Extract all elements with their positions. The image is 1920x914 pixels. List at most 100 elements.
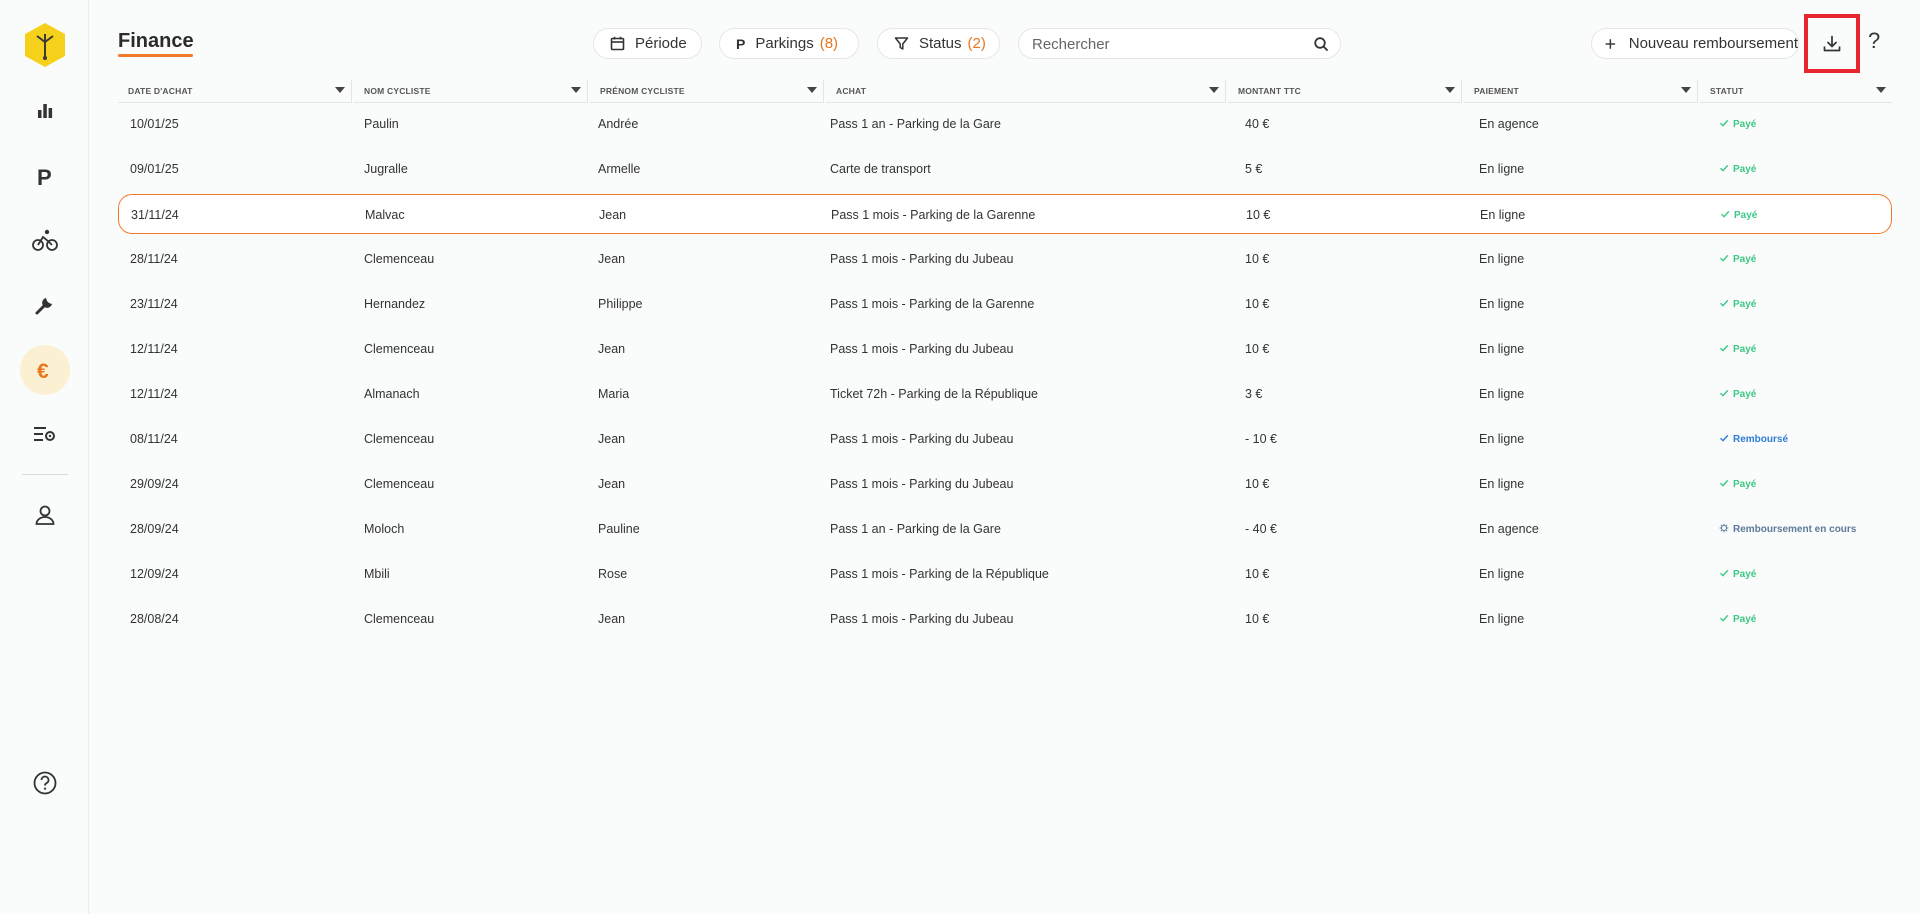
status-label: Payé — [1733, 253, 1757, 265]
cell-date: 23/11/24 — [130, 297, 178, 311]
wrench-icon — [35, 298, 52, 315]
check-icon — [1719, 163, 1729, 176]
caret-down-icon — [1681, 87, 1691, 93]
search-icon[interactable] — [1313, 36, 1329, 57]
table-row[interactable]: 29/09/24 Clemenceau Jean Pass 1 mois - Park… — [118, 464, 1892, 504]
filter-periode-label: Période — [635, 35, 687, 52]
caret-down-icon — [571, 87, 581, 93]
cell-date: 08/11/24 — [130, 432, 178, 446]
table-row[interactable]: 08/11/24 Clemenceau Jean Pass 1 mois - Park… — [118, 419, 1892, 459]
cell-prenom: Jean — [598, 477, 626, 491]
filter-parkings-count: (8) — [819, 35, 839, 52]
new-refund-button[interactable]: Nouveau remboursement — [1591, 28, 1799, 59]
nav-settings[interactable] — [20, 409, 70, 459]
column-header-date[interactable]: DATE D'ACHAT — [118, 80, 352, 103]
table-row[interactable]: 12/11/24 Clemenceau Jean Pass 1 mois - Park… — [118, 329, 1892, 369]
help-icon[interactable]: ? — [1868, 28, 1880, 54]
caret-down-icon — [1445, 87, 1455, 93]
cell-prenom: Jean — [598, 252, 626, 266]
app: P € Finance Période P Parkings (8) Statu… — [0, 0, 1920, 914]
filter-parkings[interactable]: P Parkings (8) — [719, 28, 859, 59]
bar-chart-icon — [38, 104, 53, 118]
nav-parkings[interactable]: P — [20, 151, 70, 201]
cell-prenom: Philippe — [598, 297, 643, 311]
cell-montant: - 10 € — [1245, 432, 1277, 446]
cell-achat: Ticket 72h - Parking de la République — [830, 387, 1038, 401]
column-header-statut[interactable]: STATUT — [1700, 80, 1892, 103]
cell-nom: Jugralle — [364, 162, 408, 176]
cell-date: 12/11/24 — [130, 387, 178, 401]
cell-montant: 10 € — [1245, 567, 1270, 581]
filter-status[interactable]: Status (2) — [877, 28, 1000, 59]
caret-down-icon — [335, 87, 345, 93]
sidebar: P € — [0, 0, 89, 914]
cell-prenom: Armelle — [598, 162, 641, 176]
cell-montant: 10 € — [1246, 208, 1271, 222]
status-badge: Payé — [1719, 298, 1756, 311]
table-row[interactable]: 09/01/25 Jugralle Armelle Carte de transpor… — [118, 149, 1892, 189]
table-row[interactable]: 23/11/24 Hernandez Philippe Pass 1 mois - P… — [118, 284, 1892, 324]
column-header-montant[interactable]: MONTANT TTC — [1228, 80, 1462, 103]
cell-montant: 3 € — [1245, 387, 1263, 401]
logo-icon[interactable] — [24, 22, 66, 68]
cell-prenom: Jean — [598, 612, 626, 626]
nav-account[interactable] — [20, 490, 70, 540]
sidebar-divider — [22, 474, 68, 475]
table-row[interactable]: 12/11/24 Almanach Maria Ticket 72h - Parkin… — [118, 374, 1892, 414]
nav-cyclists[interactable] — [20, 215, 70, 265]
cell-nom: Almanach — [364, 387, 420, 401]
column-header-prenom[interactable]: PRÉNOM CYCLISTE — [590, 80, 824, 103]
caret-down-icon — [1209, 87, 1219, 93]
nav-maintenance[interactable] — [20, 280, 70, 330]
table-header: DATE D'ACHAT NOM CYCLISTE PRÉNOM CYCLIST… — [118, 80, 1892, 103]
cell-achat: Pass 1 mois - Parking du Jubeau — [830, 477, 1014, 491]
nav-statistics[interactable] — [20, 85, 70, 135]
table-row[interactable]: 28/11/24 Clemenceau Jean Pass 1 mois - Park… — [118, 239, 1892, 279]
check-icon — [1719, 253, 1729, 266]
status-badge: Payé — [1719, 478, 1756, 491]
finance-table: DATE D'ACHAT NOM CYCLISTE PRÉNOM CYCLIST… — [118, 80, 1892, 626]
cell-paiement: En ligne — [1479, 567, 1525, 581]
download-button[interactable] — [1804, 14, 1860, 73]
table-row[interactable]: 28/08/24 Clemenceau Jean Pass 1 mois - Park… — [118, 599, 1892, 639]
cell-date: 28/11/24 — [130, 252, 178, 266]
table-row[interactable]: 10/01/25 Paulin Andrée Pass 1 an - Parking … — [118, 104, 1892, 144]
cell-statut: Payé — [1719, 554, 1756, 594]
nav-finance[interactable]: € — [20, 345, 70, 395]
cell-montant: 40 € — [1245, 117, 1270, 131]
column-header-achat[interactable]: ACHAT — [826, 80, 1226, 103]
cell-date: 28/08/24 — [130, 612, 179, 626]
status-badge: Payé — [1719, 118, 1756, 131]
table-row[interactable]: 28/09/24 Moloch Pauline Pass 1 an - Parking… — [118, 509, 1892, 549]
cell-nom: Clemenceau — [364, 252, 435, 266]
check-icon — [1719, 343, 1729, 356]
cell-statut: Remboursement en cours — [1719, 509, 1856, 549]
cyclist-icon — [32, 229, 58, 251]
table-row[interactable]: 31/11/24 Malvac Jean Pass 1 mois - Parking … — [118, 194, 1892, 234]
help-circle-icon[interactable] — [32, 770, 58, 801]
column-header-nom[interactable]: NOM CYCLISTE — [354, 80, 588, 103]
filter-periode[interactable]: Période — [593, 28, 702, 59]
cell-nom: Clemenceau — [364, 432, 435, 446]
cell-paiement: En ligne — [1479, 432, 1525, 446]
cell-achat: Pass 1 an - Parking de la Gare — [830, 117, 1001, 131]
cell-prenom: Jean — [598, 432, 626, 446]
column-header-paiement[interactable]: PAIEMENT — [1464, 80, 1698, 103]
check-icon — [1719, 478, 1729, 491]
cell-nom: Moloch — [364, 522, 405, 536]
cell-montant: 10 € — [1245, 252, 1270, 266]
status-badge: Payé — [1720, 209, 1757, 222]
status-badge: Payé — [1719, 343, 1756, 356]
filter-parkings-label: Parkings — [755, 35, 814, 52]
filter-status-label: Status — [919, 35, 962, 52]
status-label: Payé — [1733, 343, 1757, 355]
title-underline — [118, 54, 193, 57]
list-settings-icon — [34, 427, 55, 441]
search-input[interactable] — [1032, 35, 1302, 53]
cell-statut: Payé — [1719, 464, 1756, 504]
status-label: Payé — [1733, 163, 1757, 175]
table-row[interactable]: 12/09/24 Mbili Rose Pass 1 mois - Parking d… — [118, 554, 1892, 594]
cell-achat: Pass 1 mois - Parking du Jubeau — [830, 342, 1014, 356]
cell-achat: Pass 1 mois - Parking de la République — [830, 567, 1049, 581]
cell-statut: Remboursé — [1719, 419, 1788, 459]
